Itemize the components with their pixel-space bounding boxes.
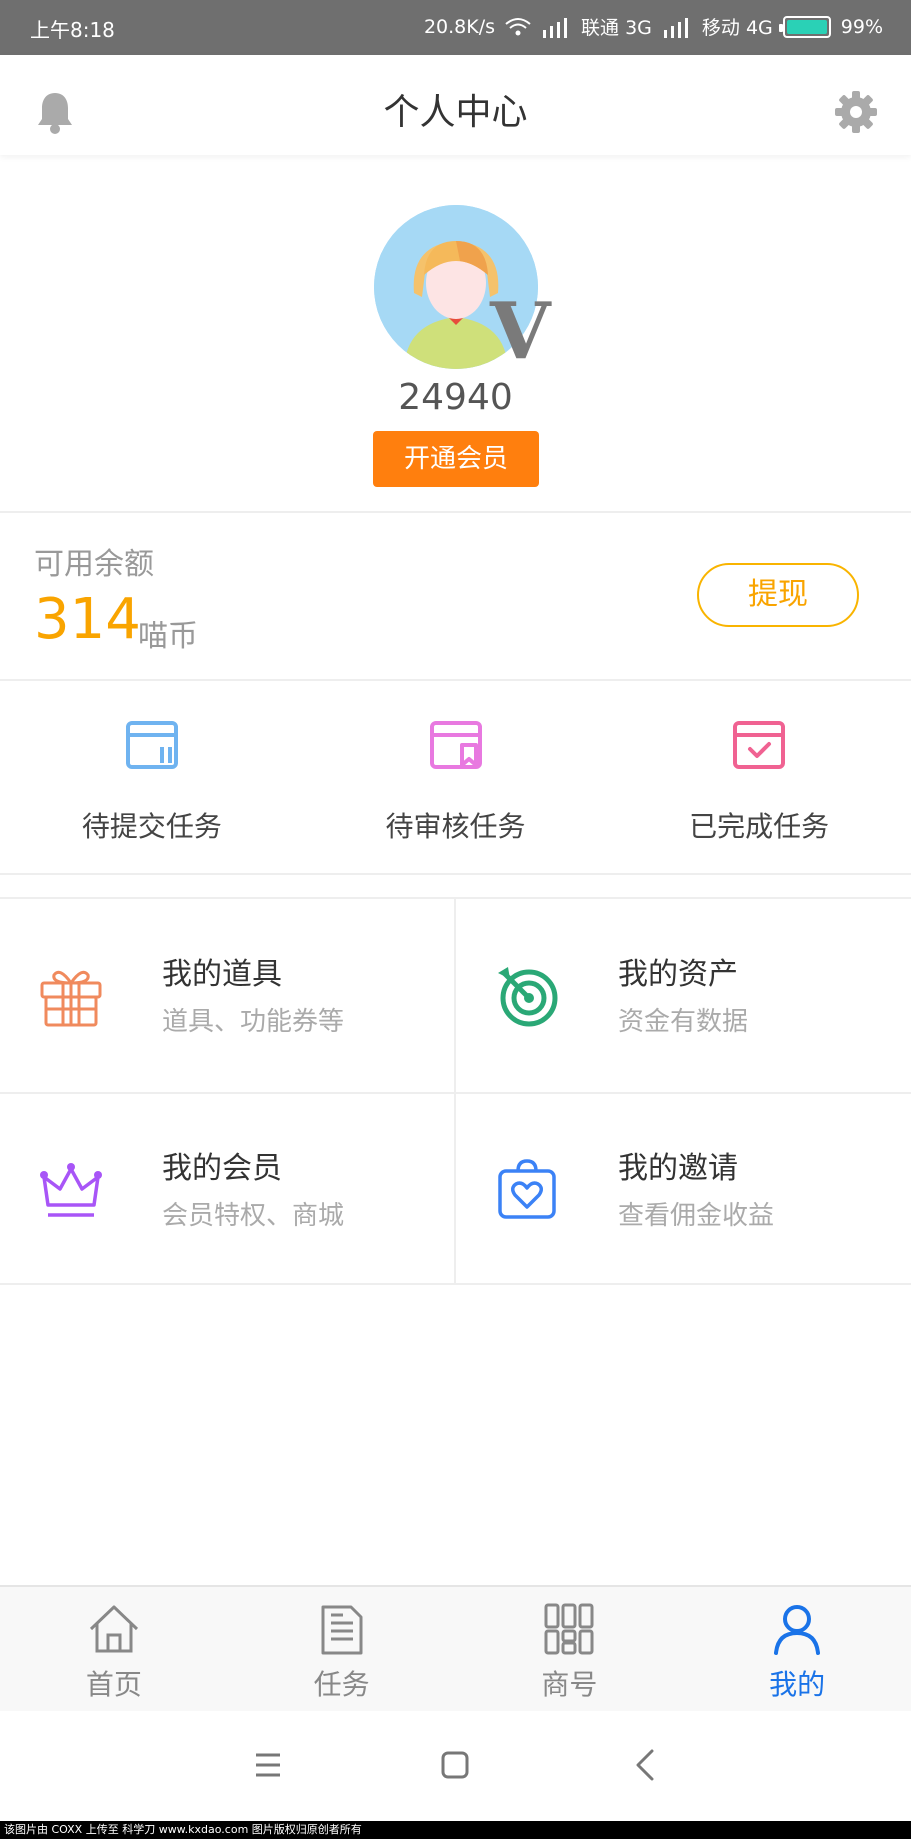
- grid-title: 我的邀请: [618, 1151, 738, 1186]
- tab-label: 商号: [541, 1668, 598, 1701]
- grid-item-membership[interactable]: 我的会员 会员特权、商城: [0, 1093, 455, 1285]
- invite-heart-icon: [498, 1159, 556, 1219]
- task-status-row: 待提交任务 待审核任务 已完成任务: [0, 681, 911, 875]
- pending-review-icon: [429, 721, 482, 769]
- status-right: 20.8K/s 联通 3G 移动 4G 99%: [424, 13, 883, 40]
- document-icon: [321, 1605, 363, 1655]
- bottom-tab-bar: 首页 任务 商号 我的: [0, 1585, 911, 1711]
- gear-icon[interactable]: [833, 89, 879, 135]
- system-nav-bar: [0, 1711, 911, 1821]
- tab-label: 我的: [769, 1668, 826, 1701]
- grid-subtitle: 查看佣金收益: [618, 1201, 775, 1231]
- status-bar: 上午8:18 20.8K/s 联通 3G 移动 4G 99%: [0, 0, 911, 55]
- target-icon: [498, 967, 558, 1027]
- crown-icon: [40, 1163, 102, 1217]
- grid-title: 我的会员: [162, 1151, 282, 1186]
- grid-title: 我的道具: [162, 957, 282, 992]
- profile-section: V 24940 开通会员: [0, 155, 911, 513]
- tab-home[interactable]: 首页: [0, 1587, 228, 1711]
- home-icon: [89, 1605, 138, 1653]
- task-pending-submit[interactable]: 待提交任务: [0, 681, 304, 873]
- pending-submit-icon: [125, 721, 178, 769]
- back-icon[interactable]: [626, 1745, 666, 1785]
- grid-title: 我的资产: [618, 957, 738, 992]
- user-id: 24940: [398, 377, 513, 418]
- balance-amount: 314: [34, 587, 141, 652]
- battery-icon: [778, 15, 831, 38]
- completed-task-icon: [733, 721, 786, 769]
- vip-mark: V: [490, 286, 551, 377]
- grid-icon: [544, 1603, 594, 1655]
- grid-subtitle: 会员特权、商城: [162, 1201, 345, 1231]
- user-icon: [774, 1605, 821, 1655]
- app-header: 个人中心: [0, 55, 911, 155]
- balance-unit: 喵币: [138, 619, 198, 654]
- grid-subtitle: 道具、功能券等: [162, 1007, 345, 1037]
- task-pending-review[interactable]: 待审核任务: [304, 681, 608, 873]
- task-label: 待审核任务: [385, 810, 526, 843]
- section-spacer: [0, 875, 911, 899]
- withdraw-button[interactable]: 提现: [697, 563, 859, 627]
- carrier-mobile: 移动 4G: [701, 17, 773, 39]
- grid-item-props[interactable]: 我的道具 道具、功能券等: [0, 899, 455, 1091]
- status-time: 上午8:18: [30, 18, 115, 42]
- carrier-unicom: 联通 3G: [581, 17, 652, 39]
- grid-subtitle: 资金有数据: [618, 1007, 749, 1037]
- menu-icon[interactable]: [248, 1745, 288, 1785]
- tab-tasks[interactable]: 任务: [228, 1587, 456, 1711]
- grid-divider-horizontal: [0, 1092, 911, 1094]
- tab-label: 首页: [85, 1668, 142, 1701]
- tab-shops[interactable]: 商号: [456, 1587, 684, 1711]
- grid-item-assets[interactable]: 我的资产 资金有数据: [456, 899, 911, 1091]
- tab-label: 任务: [313, 1668, 370, 1701]
- grid-item-invite[interactable]: 我的邀请 查看佣金收益: [456, 1093, 911, 1285]
- network-speed: 20.8K/s: [423, 15, 496, 38]
- balance-section: 可用余额 314 喵币 提现: [0, 513, 911, 681]
- task-label: 已完成任务: [689, 810, 830, 843]
- home-button-icon[interactable]: [435, 1745, 475, 1785]
- signal-icon: [543, 17, 568, 38]
- task-completed[interactable]: 已完成任务: [607, 681, 911, 873]
- tab-mine[interactable]: 我的: [683, 1587, 911, 1711]
- gift-icon: [40, 970, 102, 1027]
- watermark-footer: 该图片由 COXX 上传至 科学刀 www.kxdao.com 图片版权归原创者…: [0, 1821, 911, 1839]
- wifi-icon: [505, 17, 531, 35]
- open-vip-button[interactable]: 开通会员: [373, 431, 539, 487]
- task-label: 待提交任务: [81, 810, 222, 843]
- signal-icon: [663, 17, 688, 38]
- balance-label: 可用余额: [34, 547, 154, 582]
- page-title: 个人中心: [383, 92, 528, 133]
- battery-percent: 99%: [840, 15, 883, 38]
